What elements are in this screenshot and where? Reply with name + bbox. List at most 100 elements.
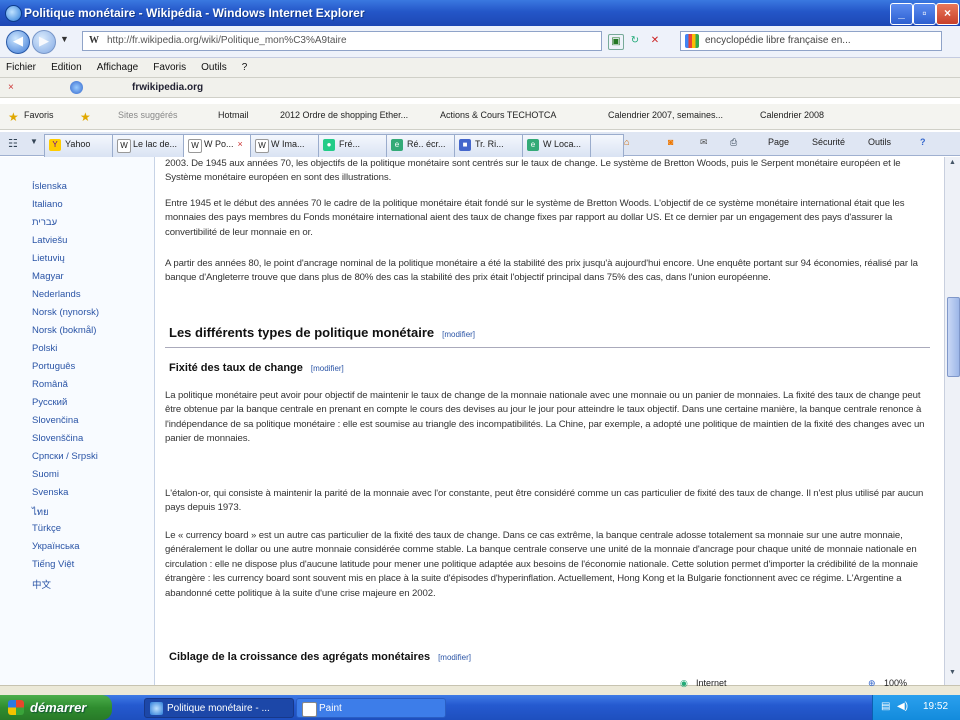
lang-link[interactable]: Română [32, 379, 68, 390]
sidebar-languages: Íslenska Italiano עברית Latviešu Lietuvi… [0, 157, 155, 685]
edit-section-link[interactable]: [modifier] [438, 653, 471, 662]
back-button[interactable]: ◀ [6, 30, 30, 54]
lang-link[interactable]: Svenska [32, 487, 68, 498]
tab-label: W Ima... [271, 139, 305, 149]
close-bar-icon[interactable]: × [8, 82, 14, 93]
add-favorite-icon[interactable]: ★ [80, 110, 91, 124]
lang-link[interactable]: Slovenčina [32, 415, 78, 426]
menu-favorites[interactable]: Favoris [147, 58, 192, 73]
taskbar-item-paint[interactable]: Paint [296, 698, 446, 718]
tab-label: Le lac de... [133, 139, 178, 149]
maximize-button[interactable]: ▫ [913, 3, 936, 25]
zoom-level[interactable]: 100% [884, 678, 907, 688]
menu-tools[interactable]: Outils [195, 58, 233, 73]
links-bar-label[interactable]: frwikipedia.org [132, 82, 203, 93]
lang-link[interactable]: Polski [32, 343, 57, 354]
lang-link[interactable]: Íslenska [32, 181, 67, 192]
ie-task-icon [150, 702, 163, 715]
window-titlebar[interactable]: Politique monétaire - Wikipédia - Window… [0, 0, 960, 26]
lang-link[interactable]: Norsk (bokmål) [32, 325, 96, 336]
scroll-up-icon[interactable]: ▲ [947, 159, 958, 171]
lang-link[interactable]: Italiano [32, 199, 63, 210]
tab-label: W Po... [204, 139, 234, 149]
fav-actions[interactable]: Actions & Cours TECHOTCA [440, 110, 556, 120]
refresh-icon[interactable]: ↻ [628, 34, 642, 48]
start-button[interactable]: démarrer [0, 695, 112, 720]
lang-link[interactable]: Norsk (nynorsk) [32, 307, 99, 318]
lang-link[interactable]: Latviešu [32, 235, 67, 246]
lang-link[interactable]: Lietuvių [32, 253, 65, 264]
fav-suggested-sites[interactable]: Sites suggérés [118, 110, 178, 120]
home-icon[interactable]: ⌂ [624, 137, 629, 147]
tab-label: Tr. Ri... [475, 139, 504, 149]
tab-label: Fré... [339, 139, 361, 149]
zoom-icon[interactable]: ⊕ [868, 678, 876, 689]
lang-link[interactable]: Magyar [32, 271, 64, 282]
volume-icon[interactable]: ◀) [897, 701, 908, 712]
section-heading: Les différents types de politique monéta… [169, 325, 475, 340]
tab-label: Ré.. écr... [407, 139, 446, 149]
lang-link[interactable]: ไทย [32, 505, 49, 520]
wiki-favicon-icon: W [188, 139, 202, 153]
lang-link[interactable]: Türkçe [32, 523, 61, 534]
tab-close-icon[interactable]: × [238, 139, 243, 149]
favorites-button[interactable]: Favoris [24, 110, 54, 120]
lang-link[interactable]: Slovenščina [32, 433, 83, 444]
menu-help[interactable]: ? [236, 58, 254, 73]
forward-button[interactable]: ▶ [32, 30, 56, 54]
heading-rule [165, 347, 930, 348]
lang-link[interactable]: Nederlands [32, 289, 81, 300]
lang-link[interactable]: Suomi [32, 469, 59, 480]
lang-link[interactable]: Português [32, 361, 75, 372]
lang-link[interactable]: עברית [32, 217, 57, 228]
stop-icon[interactable]: ✕ [648, 34, 662, 48]
lang-link[interactable]: Русский [32, 397, 67, 408]
feeds-icon[interactable]: ◙ [668, 137, 673, 147]
edit-section-link[interactable]: [modifier] [442, 330, 475, 339]
quick-tabs-icon[interactable]: ☷ [8, 137, 18, 150]
print-icon[interactable]: ⎙ [730, 137, 737, 148]
minimize-button[interactable]: _ [890, 3, 913, 25]
taskbar-item-ie[interactable]: Politique monétaire - ... [144, 698, 294, 718]
fav-calendar-2008[interactable]: Calendrier 2008 [760, 110, 824, 120]
compat-view-icon[interactable]: ▣ [608, 34, 624, 50]
menu-edit[interactable]: Edition [45, 58, 88, 73]
wiki-favicon-icon: W [255, 139, 269, 153]
fav-calendar-2007[interactable]: Calendrier 2007, semaines... [608, 110, 723, 120]
edit-section-link[interactable]: [modifier] [311, 364, 344, 373]
search-input[interactable]: encyclopédie libre française en... [680, 31, 942, 51]
paragraph: 2003. De 1945 aux années 70, les objecti… [165, 158, 901, 184]
address-input[interactable]: W http://fr.wikipedia.org/wiki/Politique… [82, 31, 602, 51]
scroll-down-icon[interactable]: ▼ [947, 669, 958, 681]
fav-hotmail[interactable]: Hotmail [218, 110, 249, 120]
page-menu[interactable]: Page [768, 137, 789, 147]
lang-link[interactable]: Српски / Srpski [32, 451, 98, 462]
favorites-star-icon[interactable]: ★ [8, 110, 19, 124]
task-label: Paint [319, 703, 342, 714]
tools-menu[interactable]: Outils [868, 137, 891, 147]
article-body: 2003. De 1945 aux années 70, les objecti… [165, 157, 935, 685]
yahoo-favicon-icon: Y [49, 139, 61, 151]
new-tab-button[interactable] [590, 134, 624, 159]
lang-link[interactable]: Tiếng Việt [32, 559, 74, 570]
security-menu[interactable]: Sécurité [812, 137, 845, 147]
close-button[interactable]: × [936, 3, 959, 25]
vertical-scrollbar[interactable]: ▲ ▼ [944, 157, 960, 685]
history-dropdown-icon[interactable]: ▼ [60, 34, 69, 44]
network-icon[interactable]: ▤ [881, 701, 890, 712]
mail-icon[interactable]: ✉ [700, 137, 708, 148]
ie-logo-icon [5, 5, 22, 22]
tab-list-icon[interactable]: ▼ [30, 137, 38, 146]
help-icon[interactable]: ? [920, 137, 926, 147]
fav-shopping[interactable]: 2012 Ordre de shopping Ether... [280, 110, 408, 120]
clock[interactable]: 19:52 [923, 701, 948, 712]
lang-link[interactable]: Українська [32, 541, 80, 552]
lang-link[interactable]: 中文 [32, 577, 51, 591]
wikipedia-favicon-icon: W [89, 35, 99, 46]
scroll-thumb[interactable] [947, 297, 960, 377]
paragraph: Le « currency board » est un autre cas p… [165, 530, 918, 599]
menu-file[interactable]: Fichier [0, 58, 42, 73]
menu-view[interactable]: Affichage [91, 58, 145, 73]
security-zone: Internet [696, 678, 727, 688]
section-heading-text: Les différents types de politique monéta… [169, 325, 435, 340]
